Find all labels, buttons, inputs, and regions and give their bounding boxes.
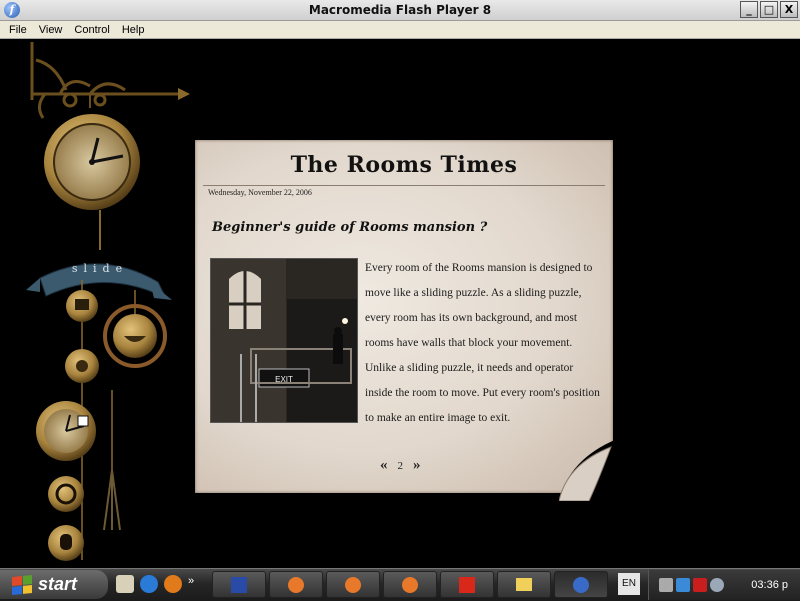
start-label: start [38,574,78,594]
taskbar: start » EN 03:36 p [0,568,800,601]
newspaper-page: The Rooms Times Wednesday, November 22, … [195,140,617,501]
firefox-icon [288,576,304,593]
menu-help[interactable]: Help [122,24,145,36]
tray-network-icon[interactable] [659,578,673,592]
medallion-ring-icon[interactable] [103,304,167,368]
page-number: 2 [397,459,404,472]
reset-arrow-icon[interactable] [48,476,84,512]
menu-file[interactable]: File [9,24,27,36]
tray-volume-icon[interactable] [710,578,724,592]
task-firefox-3[interactable] [383,571,437,598]
window-title: Macromedia Flash Player 8 [308,3,492,17]
flash-player-icon [573,576,589,593]
medallion-monitor-icon[interactable] [66,290,98,322]
iron-bracket [30,42,185,119]
tray-antivirus-icon[interactable] [693,578,707,592]
small-clock-icon[interactable] [36,401,96,461]
close-button[interactable]: X [780,1,798,18]
article-body: Every room of the Rooms mansion is desig… [365,262,600,424]
task-firefox-1[interactable] [269,571,323,598]
clock-face-icon[interactable] [44,114,140,210]
app-red-icon [459,576,475,593]
tray-app-icon[interactable] [676,578,690,592]
page-curl [559,439,617,501]
page-navigator: « 2 » [380,457,421,474]
newspaper-masthead: The Rooms Times [290,152,518,178]
quick-launch: » [116,575,194,593]
clock-ornament: slide [26,42,190,561]
quick-launch-figure-icon[interactable] [116,575,134,593]
system-clock[interactable]: 03:36 p [751,579,788,591]
menu-bar: File View Control Help [0,21,800,39]
maximize-button[interactable]: □ [760,1,778,18]
window-controls: _ □ X [740,1,798,18]
firefox-icon [402,576,418,593]
article-photo: EXIT [210,258,358,423]
menu-control[interactable]: Control [74,24,109,36]
flash-stage: slide The Rooms Times Wednesday, Novembe… [0,40,800,568]
language-indicator[interactable]: EN [618,573,640,595]
task-buttons [212,571,608,598]
folder-icon [516,578,532,591]
internet-explorer-icon[interactable] [140,575,158,593]
start-button[interactable]: start [0,570,108,599]
task-flash-player[interactable] [554,571,608,598]
menu-view[interactable]: View [39,24,63,36]
tassel [103,469,121,531]
door-icon[interactable] [48,525,84,561]
task-firefox-2[interactable] [326,571,380,598]
task-folder[interactable] [497,571,551,598]
previous-page-button[interactable]: « [380,457,388,474]
masthead-rule [203,185,605,186]
minimize-button[interactable]: _ [740,1,758,18]
flash-app-icon[interactable]: f [4,2,20,18]
task-app-red[interactable] [440,571,494,598]
firefox-icon [345,576,361,593]
word-icon [231,576,247,593]
windows-logo-icon [12,574,32,595]
next-page-button[interactable]: » [413,457,421,474]
quick-launch-more-button[interactable]: » [188,575,194,593]
banner-text: slide [72,262,128,275]
article-headline: Beginner's guide of Rooms mansion ? [212,220,488,235]
media-player-icon[interactable] [164,575,182,593]
issue-date: Wednesday, November 22, 2006 [208,188,312,197]
title-bar[interactable]: f Macromedia Flash Player 8 _ □ X [0,0,800,21]
task-word[interactable] [212,571,266,598]
bracket-arrow-tip [178,88,190,100]
medallion-hand-icon[interactable] [65,349,99,383]
system-tray: 03:36 p [648,570,800,600]
